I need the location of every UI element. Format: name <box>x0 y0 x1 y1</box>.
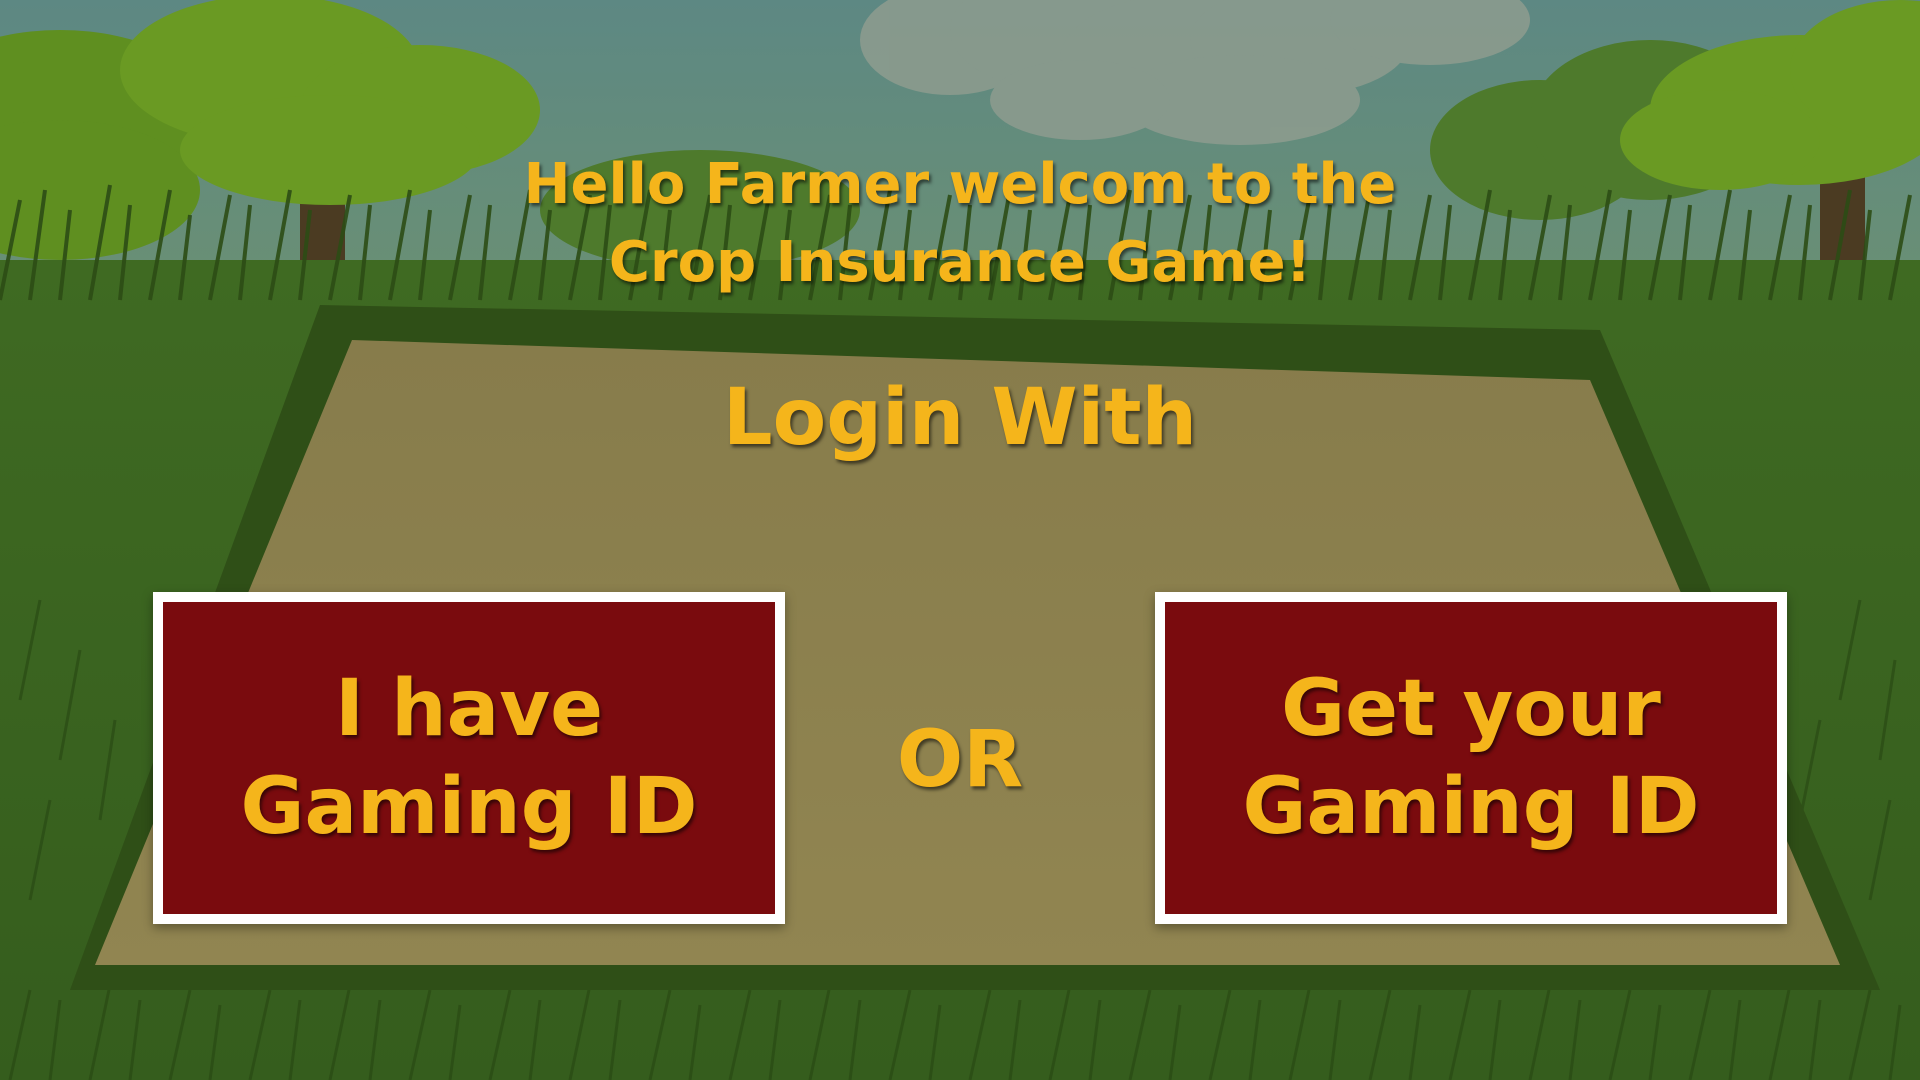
game-screen: Hello Farmer welcom to the Crop Insuranc… <box>0 0 1920 1080</box>
welcome-title-line-1: Hello Farmer welcom to the <box>523 152 1397 217</box>
get-gaming-id-label-line-2: Gaming ID <box>1242 762 1700 852</box>
get-gaming-id-label-line-1: Get your <box>1281 664 1661 754</box>
get-gaming-id-button[interactable]: Get your Gaming ID <box>1155 592 1787 924</box>
have-gaming-id-label-line-2: Gaming ID <box>240 762 698 852</box>
or-separator: OR <box>896 715 1024 805</box>
welcome-title-line-2: Crop Insurance Game! <box>608 230 1312 295</box>
login-heading: Login With <box>722 373 1198 463</box>
have-gaming-id-label-line-1: I have <box>334 664 604 754</box>
have-gaming-id-button[interactable]: I have Gaming ID <box>153 592 785 924</box>
